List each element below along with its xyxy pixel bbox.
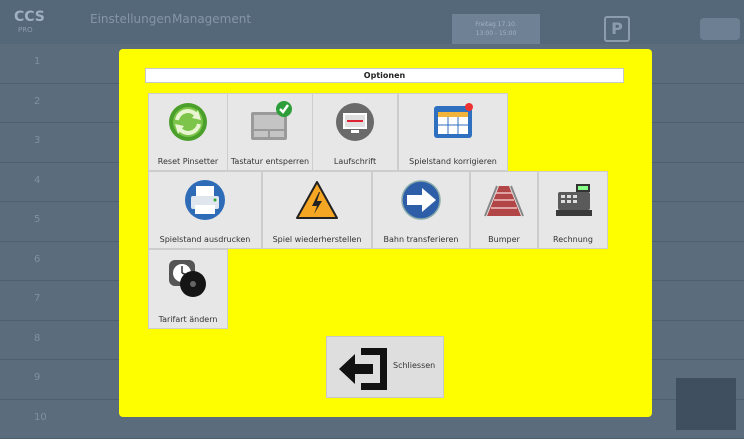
spiel-wiederherstellen-button[interactable]: Spiel wiederherstellen bbox=[262, 171, 372, 249]
lane-number: 10 bbox=[34, 412, 47, 423]
lane-number: 4 bbox=[34, 175, 40, 186]
clock-tariff-icon bbox=[165, 256, 211, 300]
lane-number: 1 bbox=[34, 56, 40, 67]
button-label: Spielstand korrigieren bbox=[399, 157, 507, 166]
scoreboard-icon bbox=[430, 100, 476, 144]
bumper-lane-icon bbox=[481, 178, 527, 222]
monitor-icon bbox=[332, 100, 378, 144]
printer-icon bbox=[182, 178, 228, 222]
lane-number: 2 bbox=[34, 96, 40, 107]
header-right-tab[interactable] bbox=[700, 18, 740, 40]
lane-number: 5 bbox=[34, 214, 40, 225]
exit-icon bbox=[337, 346, 389, 392]
button-label: Bahn transferieren bbox=[373, 235, 469, 244]
close-label: Schliessen bbox=[393, 361, 435, 370]
menu-management[interactable]: Management bbox=[172, 12, 251, 26]
spielstand-korrigieren-button[interactable]: Spielstand korrigieren bbox=[398, 93, 508, 171]
reset-pinsetter-icon bbox=[165, 100, 211, 144]
button-label: Spiel wiederherstellen bbox=[263, 235, 371, 244]
date-line-2: 13:00 - 15:00 bbox=[452, 29, 540, 38]
app-logo-sub: PRO bbox=[18, 26, 33, 34]
rechnung-button[interactable]: Rechnung bbox=[538, 171, 608, 249]
button-label: Tarifart ändern bbox=[149, 315, 227, 324]
bahn-transferieren-button[interactable]: Bahn transferieren bbox=[372, 171, 470, 249]
date-line-1: Freitag 17.10. bbox=[452, 20, 540, 29]
reset-pinsetter-button[interactable]: Reset Pinsetter bbox=[148, 93, 228, 171]
close-button[interactable]: Schliessen bbox=[326, 336, 444, 398]
button-label: Laufschrift bbox=[313, 157, 397, 166]
lane-number: 6 bbox=[34, 254, 40, 265]
bumper-button[interactable]: Bumper bbox=[470, 171, 538, 249]
app-logo: CCS bbox=[14, 10, 45, 24]
button-label: Rechnung bbox=[539, 235, 607, 244]
warning-lightning-icon bbox=[294, 178, 340, 222]
cash-register-icon bbox=[550, 178, 596, 222]
lane-number: 9 bbox=[34, 372, 40, 383]
keyboard-unlock-button[interactable]: Tastatur entsperren bbox=[227, 93, 313, 171]
options-dialog: Optionen Reset Pinsetter Tastatur entspe… bbox=[119, 49, 652, 417]
spielstand-ausdrucken-button[interactable]: Spielstand ausdrucken bbox=[148, 171, 262, 249]
lane-number: 3 bbox=[34, 135, 40, 146]
arrow-right-icon bbox=[398, 178, 444, 222]
lane-number: 7 bbox=[34, 293, 40, 304]
app-header: CCS PRO Einstellungen Management Freitag… bbox=[0, 0, 744, 44]
background-panel bbox=[676, 378, 736, 430]
date-box: Freitag 17.10. 13:00 - 15:00 bbox=[452, 14, 540, 44]
parking-button[interactable]: P bbox=[604, 16, 630, 42]
button-label: Bumper bbox=[471, 235, 537, 244]
button-label: Reset Pinsetter bbox=[149, 157, 227, 166]
menu-einstellungen[interactable]: Einstellungen bbox=[90, 12, 171, 26]
lane-number: 8 bbox=[34, 333, 40, 344]
laufschrift-button[interactable]: Laufschrift bbox=[312, 93, 398, 171]
keyboard-unlock-icon bbox=[247, 100, 293, 144]
dialog-title: Optionen bbox=[145, 68, 624, 83]
button-label: Tastatur entsperren bbox=[228, 157, 312, 166]
button-label: Spielstand ausdrucken bbox=[149, 235, 261, 244]
tarifart-aendern-button[interactable]: Tarifart ändern bbox=[148, 249, 228, 329]
